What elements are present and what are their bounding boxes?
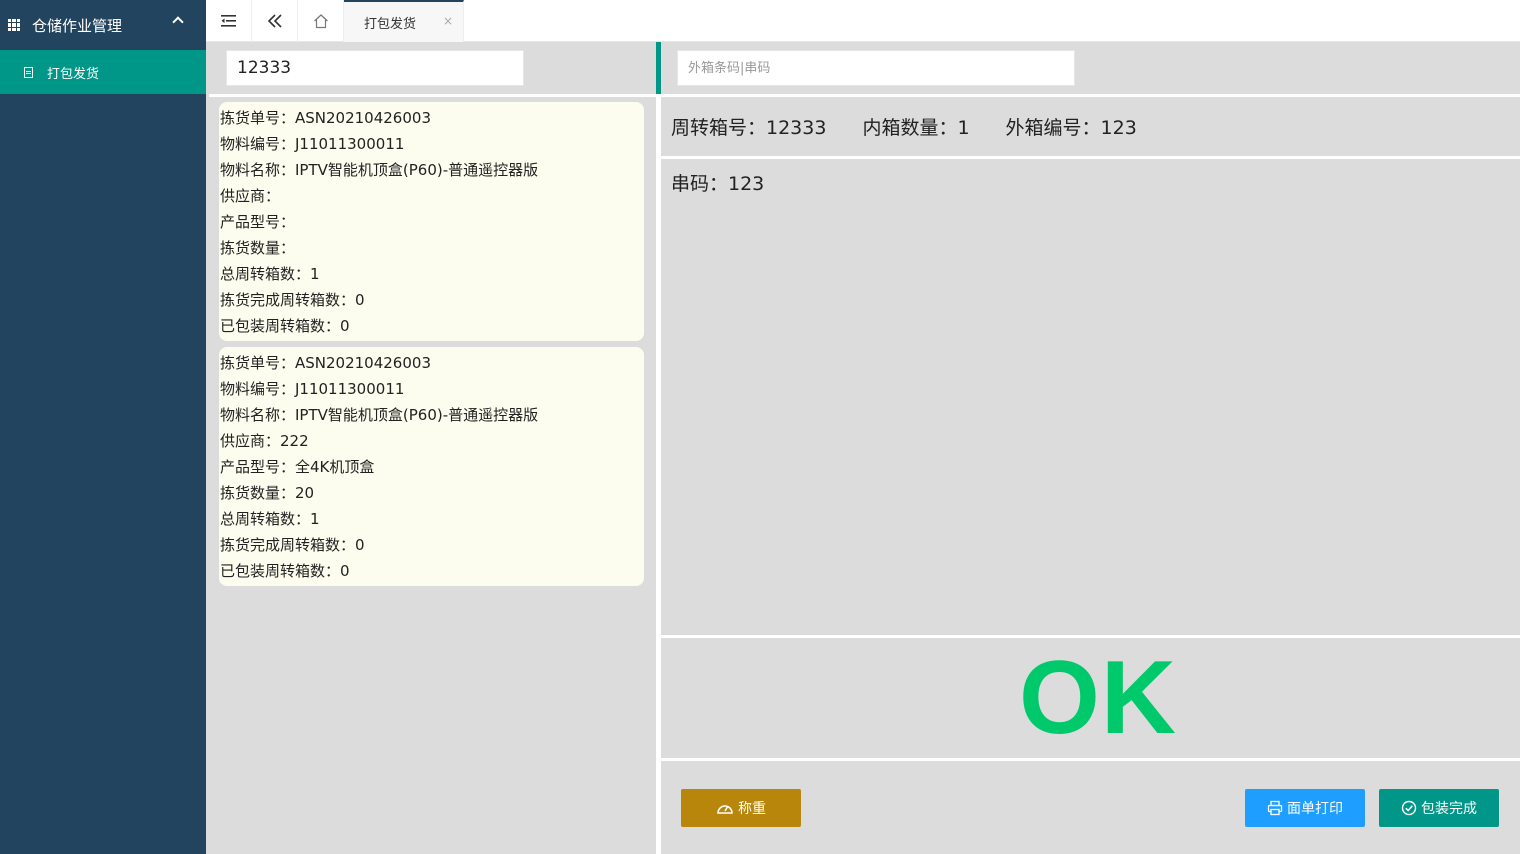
weigh-button-label: 称重: [738, 801, 766, 817]
inner-box-qty: 内箱数量：1: [862, 117, 970, 139]
turnover-box-no: 周转箱号：12333: [671, 117, 827, 139]
gauge-icon: [717, 805, 733, 814]
card-row: 产品型号：: [220, 213, 296, 231]
close-icon[interactable]: ×: [443, 14, 453, 28]
document-icon: [24, 66, 33, 78]
card-row: 物料编号：J11011300011: [220, 380, 405, 398]
chevron-up-icon: [172, 16, 184, 28]
menu-group-title: 仓储作业管理: [32, 16, 123, 35]
card-row: 物料编号：J11011300011: [220, 135, 405, 153]
card-row: 供应商：: [220, 187, 281, 205]
card-row: 拣货单号：ASN20210426003: [220, 109, 431, 127]
weigh-button[interactable]: 称重: [681, 789, 801, 827]
serial-code: 串码：123: [671, 173, 765, 195]
card-row: 产品型号：全4K机顶盒: [220, 458, 375, 476]
sidebar-item-pack-ship[interactable]: 打包发货: [0, 50, 206, 94]
card-row: 总周转箱数：1: [220, 510, 320, 528]
pick-card: 拣货单号：ASN20210426003 物料编号：J11011300011 物料…: [219, 347, 644, 586]
double-chevron-left-icon: [267, 14, 282, 28]
tabs-scroll-left-button[interactable]: [252, 0, 298, 42]
grid-icon: [8, 19, 20, 31]
serial-area: 串码：123: [661, 159, 1520, 635]
card-row: 拣货数量：20: [220, 484, 315, 502]
card-row: 供应商：222: [220, 432, 309, 450]
sidebar: 仓储作业管理 打包发货: [0, 0, 206, 854]
pack-complete-button[interactable]: 包装完成: [1379, 789, 1499, 827]
top-bar: 打包发货 ×: [206, 0, 1520, 42]
card-row: 拣货完成周转箱数：0: [220, 536, 365, 554]
box-info-bar: 周转箱号：12333 内箱数量：1 外箱编号：123: [661, 97, 1520, 156]
print-button-label: 面单打印: [1287, 801, 1343, 817]
print-label-button[interactable]: 面单打印: [1245, 789, 1365, 827]
card-row: 物料名称：IPTV智能机顶盒(P60)-普通遥控器版: [220, 406, 539, 424]
card-row: 已包装周转箱数：0: [220, 562, 350, 580]
menu-group-warehouse[interactable]: 仓储作业管理: [0, 0, 206, 50]
card-row: 拣货数量：: [220, 239, 296, 257]
pick-card: 拣货单号：ASN20210426003 物料编号：J11011300011 物料…: [219, 102, 644, 341]
card-row: 拣货完成周转箱数：0: [220, 291, 365, 309]
menu-fold-icon: [220, 15, 236, 27]
barcode-input[interactable]: [677, 50, 1075, 86]
home-button[interactable]: [298, 0, 344, 42]
tab-pack-ship[interactable]: 打包发货 ×: [344, 0, 464, 42]
right-input-bar: [661, 42, 1520, 94]
printer-icon: [1267, 800, 1283, 816]
card-row: 拣货单号：ASN20210426003: [220, 354, 431, 372]
outer-box-no: 外箱编号：123: [1005, 117, 1137, 139]
card-row: 已包装周转箱数：0: [220, 317, 350, 335]
sidebar-item-label: 打包发货: [47, 66, 100, 82]
done-button-label: 包装完成: [1421, 801, 1477, 817]
action-bar: 称重 面单打印 包装完成: [661, 761, 1520, 854]
card-row: 物料名称：IPTV智能机顶盒(P60)-普通遥控器版: [220, 161, 539, 179]
home-icon: [313, 14, 328, 29]
check-circle-icon: [1401, 800, 1417, 816]
status-area: OK: [661, 638, 1520, 758]
status-ok-text: OK: [1019, 639, 1177, 756]
menu-toggle-button[interactable]: [206, 0, 252, 42]
divider: [209, 94, 656, 97]
card-row: 总周转箱数：1: [220, 265, 320, 283]
left-panel: 拣货单号：ASN20210426003 物料编号：J11011300011 物料…: [209, 42, 656, 854]
box-scan-input[interactable]: [226, 50, 524, 86]
tab-label: 打包发货: [364, 16, 417, 32]
